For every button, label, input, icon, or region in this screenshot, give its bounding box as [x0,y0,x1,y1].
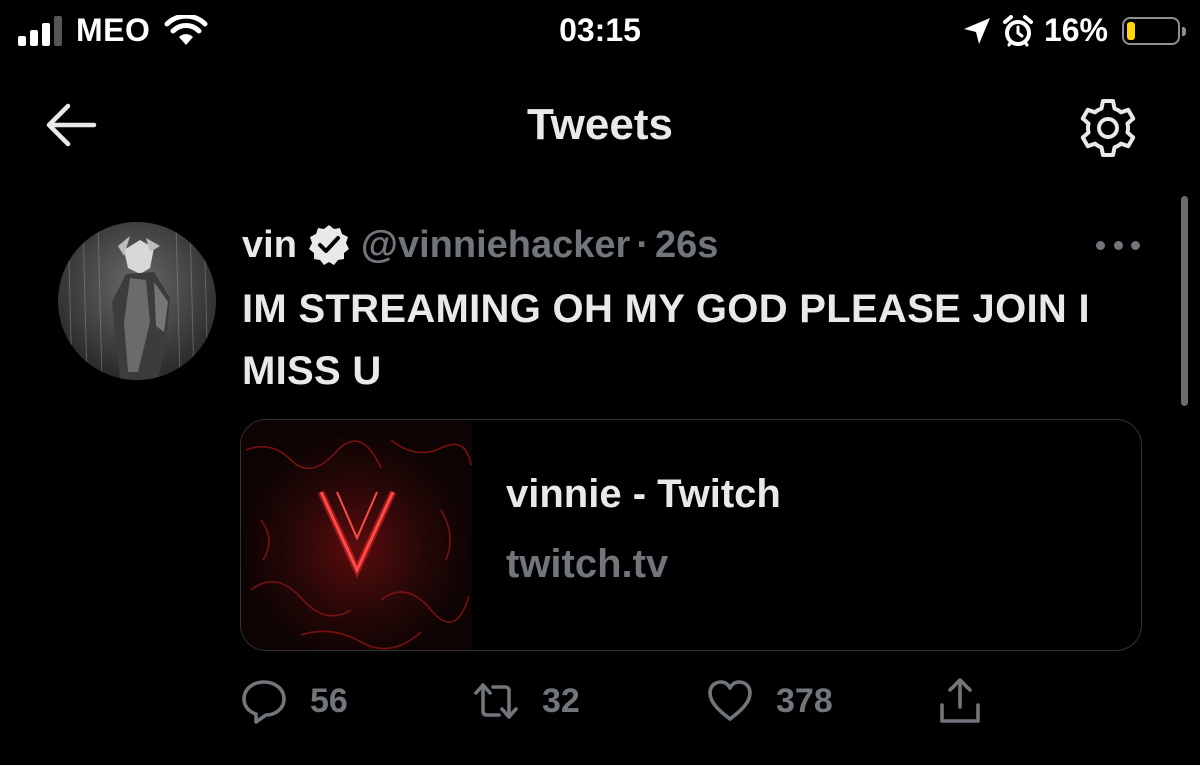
tweet-text: IM STREAMING OH MY GOD PLEASE JOIN I MIS… [242,287,1090,393]
more-options-button[interactable] [1096,230,1140,260]
battery-tip [1182,26,1186,36]
tweet-header: vin @vinniehacker · 26s [242,222,718,268]
more-horizontal-icon-dot [1096,240,1105,250]
reply-icon [242,680,286,724]
like-count: 378 [776,681,833,720]
tweet-timestamp[interactable]: 26s [655,224,718,267]
link-card-domain: twitch.tv [506,542,669,586]
gear-icon [1080,99,1136,157]
settings-button[interactable] [1076,96,1140,160]
avatar[interactable] [58,222,216,380]
verified-badge-icon [308,225,349,265]
link-card-thumbnail [241,420,472,650]
reply-count: 56 [310,681,348,720]
link-card-title: vinnie - Twitch [506,472,781,516]
status-bar-right: 16% [962,12,1186,49]
battery-level [1127,21,1135,40]
battery-percentage: 16% [1043,12,1108,48]
page-title: Tweets [527,100,673,149]
link-card[interactable]: vinnie - Twitch twitch.tv [240,419,1142,651]
share-icon [940,678,980,723]
share-button[interactable] [936,676,984,726]
heart-icon [708,680,752,721]
retweet-count: 32 [542,681,580,720]
like-button[interactable]: 378 [706,676,833,726]
reply-button[interactable]: 56 [240,676,348,726]
retweet-icon [474,683,518,719]
user-handle[interactable]: @vinniehacker [361,224,630,267]
more-horizontal-icon-dot [1113,240,1123,250]
separator-dot: · [636,223,649,266]
display-name[interactable]: vin [242,224,297,267]
screen: MEO 03:15 16% Tweets vin @vinniehacker ·… [0,0,1200,765]
avatar-image [58,222,216,380]
scrollbar[interactable] [1181,196,1188,406]
status-bar: MEO 03:15 16% [0,0,1200,64]
tweet[interactable]: vin @vinniehacker · 26s IM STREAMING OH … [0,200,1200,740]
battery-icon [1122,16,1186,45]
location-arrow-icon [963,17,990,44]
header: Tweets [0,82,1200,168]
tweet-actions: 56 32 378 [240,676,1020,726]
more-horizontal-icon-dot [1131,240,1140,250]
twitch-channel-logo-image [241,420,472,650]
alarm-icon [1002,14,1033,46]
retweet-button[interactable]: 32 [472,676,580,726]
